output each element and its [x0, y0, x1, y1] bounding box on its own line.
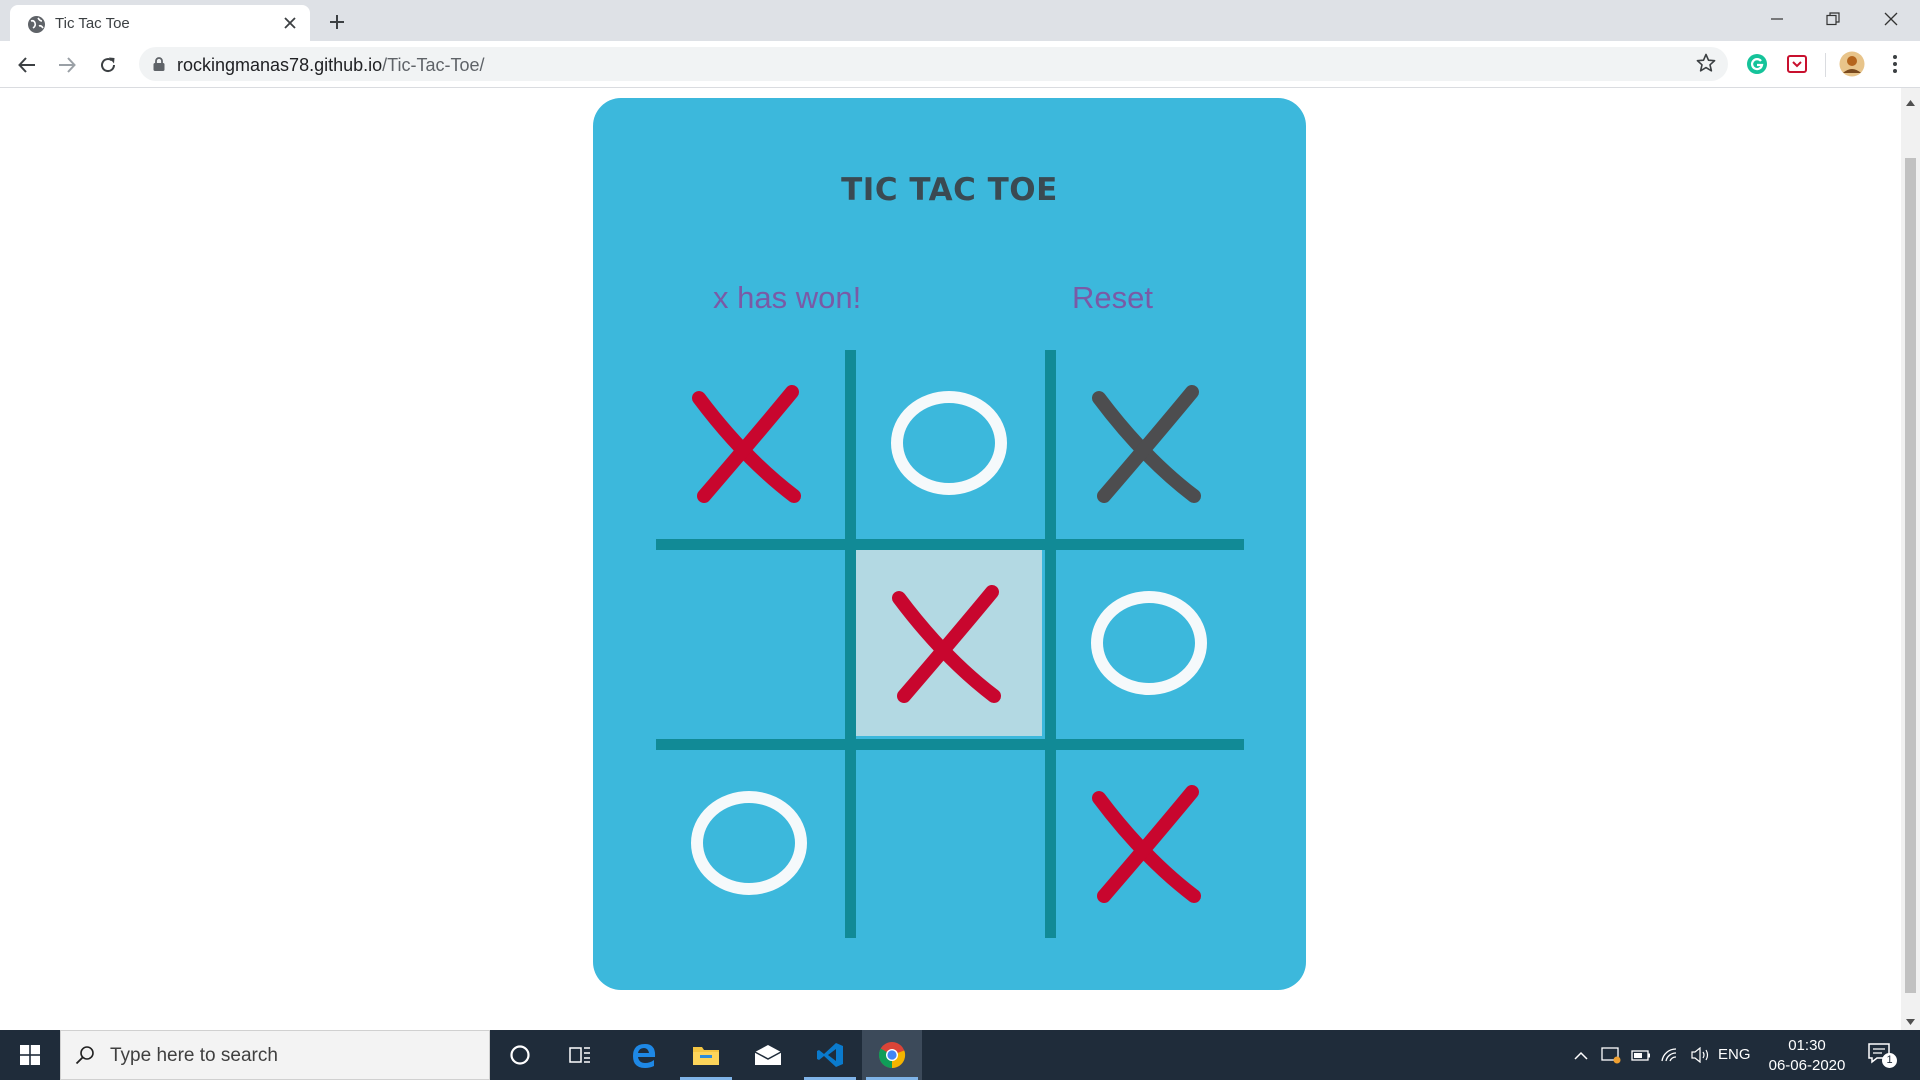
- browser-tab[interactable]: Tic Tac Toe: [10, 5, 310, 41]
- notification-count-badge: 1: [1882, 1053, 1897, 1068]
- scroll-up-arrow-icon[interactable]: [1905, 94, 1916, 112]
- pocket-extension-icon[interactable]: [1784, 51, 1810, 77]
- windows-taskbar: Type here to search ENG 01:30 06-06-2020…: [0, 1030, 1920, 1080]
- profile-avatar[interactable]: [1839, 51, 1865, 77]
- clock-date: 06-06-2020: [1768, 1057, 1846, 1074]
- close-tab-icon[interactable]: [280, 13, 300, 33]
- taskbar-search-box[interactable]: Type here to search: [60, 1030, 490, 1080]
- clock-time: 01:30: [1788, 1037, 1826, 1054]
- address-bar[interactable]: rockingmanas78.github.io/Tic-Tac-Toe/: [139, 47, 1728, 81]
- minimize-icon[interactable]: [1754, 4, 1800, 34]
- url-text: rockingmanas78.github.io/Tic-Tac-Toe/: [177, 55, 485, 76]
- show-hidden-icons-chevron-up-icon[interactable]: [1570, 1030, 1592, 1080]
- system-clock[interactable]: 01:30 06-06-2020: [1762, 1036, 1852, 1076]
- defender-icon[interactable]: [1598, 1030, 1624, 1080]
- browser-menu-icon[interactable]: [1882, 51, 1908, 77]
- tab-strip: Tic Tac Toe: [0, 0, 1920, 41]
- chrome-icon[interactable]: [862, 1030, 922, 1080]
- url-host: rockingmanas78.github.io: [177, 55, 383, 75]
- grammarly-extension-icon[interactable]: [1744, 51, 1770, 77]
- game-card: TIC TAC TOE x has won! Reset: [593, 98, 1306, 990]
- search-icon: [75, 1045, 95, 1070]
- windows-start-icon[interactable]: [0, 1030, 60, 1080]
- bookmark-star-icon[interactable]: [1696, 53, 1716, 78]
- grid-line-horizontal: [656, 739, 1244, 750]
- volume-icon[interactable]: [1688, 1030, 1714, 1080]
- board-cell[interactable]: [656, 750, 842, 936]
- new-tab-icon[interactable]: [324, 9, 350, 35]
- x-mark: [692, 385, 801, 503]
- board-cell[interactable]: [856, 750, 1042, 936]
- x-mark: [1092, 385, 1201, 503]
- game-board: [656, 350, 1244, 938]
- grid-line-vertical: [1045, 350, 1056, 938]
- o-mark: [691, 791, 807, 895]
- page-content: TIC TAC TOE x has won! Reset: [0, 88, 1901, 1030]
- close-window-icon[interactable]: [1868, 4, 1914, 34]
- back-arrow-icon[interactable]: [12, 50, 42, 80]
- board-cell[interactable]: [656, 350, 842, 536]
- x-mark: [892, 585, 1001, 703]
- language-indicator[interactable]: ENG: [1718, 1046, 1751, 1063]
- lock-icon: [153, 57, 165, 76]
- battery-icon[interactable]: [1628, 1030, 1654, 1080]
- board-cell[interactable]: [1056, 350, 1242, 536]
- wifi-icon[interactable]: [1658, 1030, 1684, 1080]
- status-message: x has won!: [713, 280, 862, 315]
- board-cell[interactable]: [856, 350, 1042, 536]
- file-explorer-icon[interactable]: [676, 1030, 736, 1080]
- board-cell[interactable]: [656, 550, 842, 736]
- browser-toolbar: rockingmanas78.github.io/Tic-Tac-Toe/: [0, 41, 1920, 88]
- x-mark: [1092, 785, 1201, 903]
- forward-arrow-icon[interactable]: [52, 50, 82, 80]
- scroll-down-arrow-icon[interactable]: [1905, 1013, 1916, 1031]
- reload-icon[interactable]: [93, 50, 123, 80]
- action-center-icon[interactable]: 1: [1865, 1040, 1899, 1070]
- restore-icon[interactable]: [1810, 4, 1856, 34]
- mail-icon[interactable]: [738, 1030, 798, 1080]
- board-cell[interactable]: [1056, 550, 1242, 736]
- grid-line-horizontal: [656, 539, 1244, 550]
- grid-line-vertical: [845, 350, 856, 938]
- edge-browser-icon[interactable]: [614, 1030, 674, 1080]
- url-path: /Tic-Tac-Toe/: [382, 55, 485, 75]
- o-mark: [891, 391, 1007, 495]
- vertical-scrollbar[interactable]: [1901, 88, 1920, 1030]
- scrollbar-thumb[interactable]: [1905, 158, 1916, 993]
- o-mark: [1091, 591, 1207, 695]
- game-title: TIC TAC TOE: [841, 172, 1058, 208]
- board-cell[interactable]: [856, 550, 1042, 736]
- globe-icon: [27, 15, 46, 34]
- tab-title: Tic Tac Toe: [55, 15, 130, 32]
- search-placeholder: Type here to search: [110, 1045, 278, 1066]
- reset-button[interactable]: Reset: [1072, 280, 1153, 316]
- board-cell[interactable]: [1056, 750, 1242, 936]
- cortana-icon[interactable]: [490, 1030, 550, 1080]
- toolbar-divider: [1825, 53, 1826, 77]
- task-view-icon[interactable]: [550, 1030, 610, 1080]
- vscode-icon[interactable]: [800, 1030, 860, 1080]
